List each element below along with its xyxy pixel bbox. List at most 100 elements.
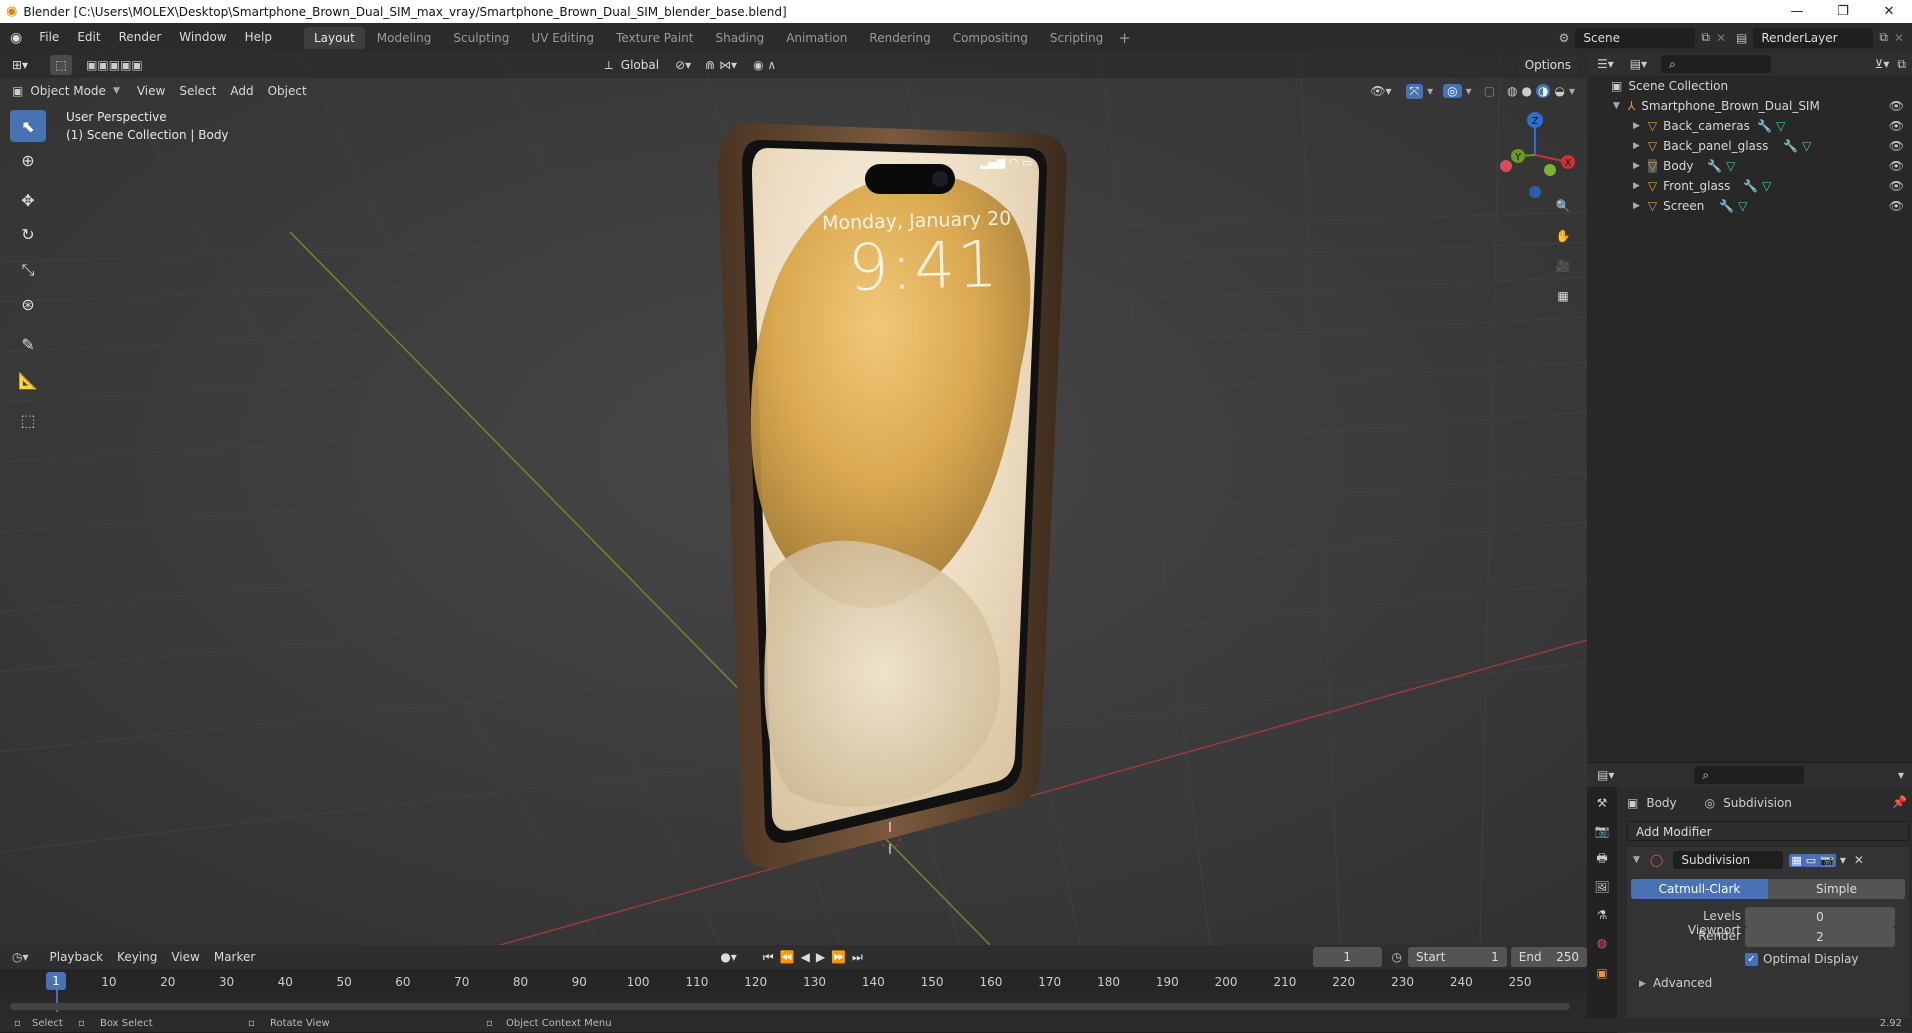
move-tool[interactable]: ✥	[10, 184, 46, 216]
optimal-display-checkbox[interactable]: ✓	[1745, 953, 1758, 966]
filter-icon[interactable]: ⊻▾	[1875, 57, 1890, 71]
menu-window[interactable]: Window	[170, 23, 235, 52]
close-icon[interactable]: ✕	[1866, 4, 1912, 19]
jump-start-icon[interactable]: ⏮	[763, 950, 774, 965]
gizmo-dropdown-icon[interactable]: ▾	[1427, 84, 1433, 98]
scene-field[interactable]: Scene	[1575, 27, 1696, 48]
tab-rendering[interactable]: Rendering	[859, 27, 940, 49]
catmull-clark-button[interactable]: Catmull-Clark	[1631, 879, 1768, 899]
expand-right-icon[interactable]: ▶	[1633, 121, 1640, 131]
modifier-wrench-icon[interactable]: 🔧	[1707, 159, 1722, 173]
expand-right-icon[interactable]: ▶	[1633, 161, 1640, 171]
current-frame-field[interactable]: 1	[1312, 947, 1382, 967]
outliner-search[interactable]: ⌕	[1661, 55, 1772, 73]
tab-sculpting[interactable]: Sculpting	[443, 27, 519, 49]
play-reverse-icon[interactable]: ◀	[801, 950, 810, 964]
select-tool-icon[interactable]: ⬚	[50, 55, 73, 75]
mesh-data-icon[interactable]: ▽	[1776, 119, 1785, 133]
tab-output[interactable]: 🖶	[1590, 847, 1614, 871]
outliner-item-back-cameras[interactable]: ▶ ▽ Back_cameras 🔧 ▽ 👁	[1587, 116, 1912, 136]
autokey-record-icon[interactable]: ●▾	[720, 950, 737, 964]
view-layer-field[interactable]: RenderLayer	[1753, 27, 1874, 48]
viewport-menu-select[interactable]: Select	[172, 80, 223, 102]
shading-rendered-icon[interactable]: ◒	[1554, 84, 1564, 98]
jump-next-key-icon[interactable]: ⏩	[831, 950, 846, 964]
overlay-dropdown-icon[interactable]: ▾	[1466, 84, 1472, 98]
scene-browse-icon[interactable]: ⚙	[1559, 31, 1570, 45]
camera-view-button[interactable]: 🎥	[1549, 252, 1577, 280]
end-frame-field[interactable]: End 250	[1510, 947, 1588, 967]
blender-menu-icon[interactable]: ◉	[10, 30, 22, 46]
modifier-wrench-icon[interactable]: 🔧	[1757, 119, 1772, 133]
outliner-item-screen[interactable]: ▶ ▽ Screen 🔧 ▽ 👁	[1587, 196, 1912, 216]
advanced-subpanel[interactable]: Advanced	[1653, 976, 1712, 990]
play-icon[interactable]: ▶	[816, 950, 825, 964]
shading-material-icon[interactable]: ◑	[1536, 84, 1551, 98]
new-collection-icon[interactable]: ⧉	[1897, 57, 1906, 72]
add-cube-tool[interactable]: ⬚	[10, 404, 46, 436]
modifier-wrench-icon[interactable]: 🔧	[1743, 179, 1758, 193]
object-mode-dropdown[interactable]: Object Mode	[23, 80, 113, 102]
tab-compositing[interactable]: Compositing	[943, 27, 1038, 49]
visibility-icon[interactable]: 👁▾	[1370, 84, 1391, 98]
properties-search[interactable]: ⌕	[1694, 766, 1805, 784]
scene-new-icon[interactable]: ⧉	[1701, 30, 1710, 45]
render-toggle-icon[interactable]: 📷	[1818, 853, 1836, 867]
ortho-toggle-button[interactable]: ▦	[1549, 282, 1577, 310]
navigation-gizmo[interactable]: Z X Y	[1490, 110, 1580, 200]
view-layer-new-icon[interactable]: ⧉	[1879, 30, 1888, 45]
editmode-toggle-icon[interactable]: ▦	[1789, 853, 1804, 867]
cursor-tool[interactable]: ⊕	[10, 144, 46, 176]
shading-dropdown-icon[interactable]: ▾	[1569, 84, 1575, 98]
render-levels-field[interactable]: 2	[1745, 927, 1895, 947]
playhead[interactable]: 1	[46, 972, 66, 990]
add-modifier-button[interactable]: Add Modifier	[1627, 821, 1909, 841]
preview-range-icon[interactable]: ◷	[1392, 950, 1402, 964]
tab-render[interactable]: 📷	[1590, 819, 1614, 843]
timeline-menu-playback[interactable]: Playback	[43, 946, 111, 968]
add-workspace-icon[interactable]: +	[1118, 29, 1131, 47]
zoom-button[interactable]: 🔍	[1549, 192, 1577, 220]
tab-shading[interactable]: Shading	[705, 27, 774, 49]
viewport-toggle-icon[interactable]: ▭	[1803, 853, 1819, 867]
modifier-wrench-icon[interactable]: 🔧	[1783, 139, 1798, 153]
menu-file[interactable]: File	[30, 23, 68, 52]
menu-edit[interactable]: Edit	[68, 23, 109, 52]
expand-right-icon[interactable]: ▶	[1633, 181, 1640, 191]
timeline-menu-marker[interactable]: Marker	[207, 946, 262, 968]
modifier-wrench-icon[interactable]: 🔧	[1719, 199, 1734, 213]
collapse-icon[interactable]: ▼	[1633, 855, 1640, 865]
scale-tool[interactable]: ⤡	[10, 254, 46, 286]
visibility-eye-icon[interactable]: 👁	[1889, 159, 1904, 173]
timeline-editor-icon[interactable]: ◷▾	[12, 950, 29, 964]
tab-world[interactable]: ◍	[1590, 931, 1614, 955]
visibility-eye-icon[interactable]: 👁	[1889, 119, 1904, 133]
select-mode-icons[interactable]: ▣▣▣▣▣	[86, 58, 143, 72]
annotate-tool[interactable]: ✎	[10, 328, 46, 360]
tab-uv-editing[interactable]: UV Editing	[521, 27, 604, 49]
menu-help[interactable]: Help	[236, 23, 281, 52]
properties-editor-icon[interactable]: ▤▾	[1597, 768, 1614, 782]
mesh-data-icon[interactable]: ▽	[1726, 159, 1735, 173]
options-dropdown[interactable]: Options	[1518, 55, 1577, 75]
properties-options-icon[interactable]: ▾	[1898, 768, 1904, 782]
rotate-tool[interactable]: ↻	[10, 218, 46, 250]
proportional-edit-icon[interactable]: ◉ ∧	[753, 58, 776, 72]
modifier-name-field[interactable]: Subdivision	[1673, 851, 1784, 869]
expand-right-icon[interactable]: ▶	[1633, 201, 1640, 211]
pivot-icon[interactable]: ⊘▾	[675, 58, 691, 72]
gizmo-toggle-icon[interactable]: ⤧	[1405, 83, 1424, 99]
tab-animation[interactable]: Animation	[776, 27, 857, 49]
pin-icon[interactable]: 📌	[1892, 795, 1907, 809]
modifier-dropdown-icon[interactable]: ▾	[1840, 853, 1846, 867]
editor-type-icon[interactable]: ⊞▾	[12, 58, 28, 72]
outliner-scene-collection[interactable]: ▣ Scene Collection	[1587, 76, 1912, 96]
remove-modifier-icon[interactable]: ✕	[1854, 853, 1864, 867]
simple-button[interactable]: Simple	[1768, 879, 1905, 899]
frame-range-bar[interactable]	[10, 1003, 1570, 1010]
visibility-eye-icon[interactable]: 👁	[1889, 199, 1904, 213]
tab-object[interactable]: ▣	[1590, 961, 1614, 985]
snap-icon[interactable]: ⋒ ⋈▾	[705, 58, 737, 72]
advanced-expand-icon[interactable]: ▶	[1639, 979, 1646, 989]
orientation-dropdown[interactable]: Global	[614, 55, 666, 75]
